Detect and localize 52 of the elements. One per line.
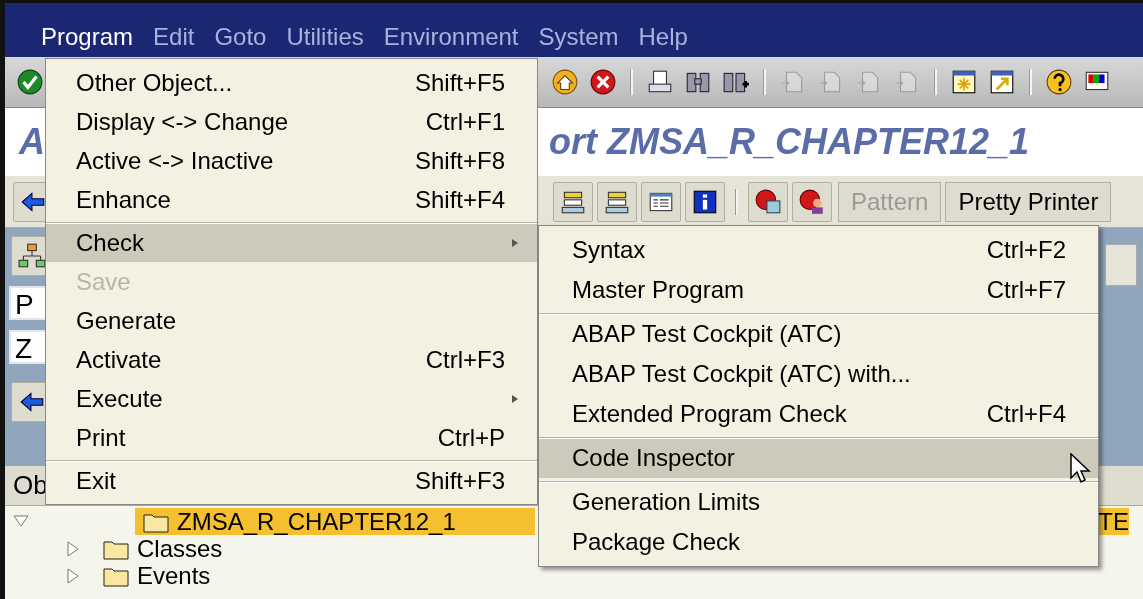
shortcut-text: Shift+F8 — [414, 146, 505, 175]
menu-item[interactable]: Other Object... Shift+F5 — [46, 63, 537, 102]
help-icon[interactable] — [1045, 68, 1073, 96]
shortcut-text: Ctrl+F3 — [425, 345, 505, 374]
expanded-triangle-icon[interactable] — [13, 513, 29, 529]
menu-item[interactable]: Master Program Ctrl+F7 — [539, 270, 1098, 310]
menu-item[interactable]: Syntax Ctrl+F2 — [539, 230, 1098, 270]
cancel-icon[interactable] — [589, 68, 617, 96]
menu-item[interactable]: Execute — [46, 379, 537, 418]
menu-item[interactable]: Check — [46, 222, 537, 262]
menu-item[interactable]: Generation Limits — [539, 481, 1098, 522]
menu-bar-item[interactable]: Edit — [153, 23, 195, 51]
shortcut-text: Ctrl+F4 — [986, 400, 1066, 428]
menu-item[interactable]: ABAP Test Cockpit (ATC) — [539, 313, 1098, 354]
menu-item[interactable]: Print Ctrl+P — [46, 418, 537, 457]
stop-sign-window-icon[interactable] — [754, 187, 782, 216]
shortcut-text: Shift+F3 — [414, 466, 505, 495]
tree-node[interactable]: Classes — [137, 534, 223, 563]
shortcut-window-icon[interactable] — [988, 68, 1016, 96]
collapsed-triangle-icon[interactable] — [65, 567, 81, 584]
menu-item[interactable]: Active <-> Inactive Shift+F8 — [46, 141, 537, 180]
window-icon[interactable] — [950, 68, 978, 96]
menu-item[interactable]: ABAP Test Cockpit (ATC) with... — [539, 354, 1098, 394]
input-field[interactable] — [1105, 244, 1137, 286]
menu-item[interactable]: Exit Shift+F3 — [46, 460, 537, 500]
shortcut-text: Ctrl+F2 — [986, 236, 1066, 264]
tree-node[interactable]: ZMSA_R_CHAPTER12_1 — [135, 508, 535, 535]
collapsed-triangle-icon[interactable] — [65, 540, 81, 557]
menu-item[interactable]: Display <-> Change Ctrl+F1 — [46, 102, 537, 141]
shortcut-text: Ctrl+F7 — [986, 276, 1066, 304]
shortcut-text: Shift+F4 — [414, 185, 505, 214]
mouse-pointer-icon — [1070, 453, 1092, 485]
menu-item[interactable]: Enhance Shift+F4 — [46, 180, 537, 219]
hierarchy-icon[interactable] — [18, 242, 46, 270]
house-icon[interactable] — [551, 68, 579, 96]
menu-bar-item[interactable]: Help — [638, 23, 688, 51]
screen-title: ort ZMSA_R_CHAPTER12_1 — [549, 121, 1030, 163]
check-icon[interactable] — [16, 68, 44, 96]
menu-bar-item[interactable]: Program — [41, 23, 134, 51]
menu-bar-item[interactable]: System — [538, 23, 619, 51]
tree-node[interactable]: Events — [137, 561, 211, 590]
screen-title: A — [19, 121, 45, 163]
toolbar-button[interactable]: Pretty Printer — [945, 181, 1112, 222]
menu-item[interactable]: Code Inspector — [539, 437, 1098, 478]
shortcut-text: Ctrl+F1 — [425, 107, 505, 136]
menu-bar-item[interactable]: Utilities — [286, 23, 364, 51]
stop-sign-person-icon[interactable] — [798, 187, 826, 216]
menu-item[interactable]: Extended Program Check Ctrl+F4 — [539, 394, 1098, 434]
shortcut-text: Ctrl+P — [437, 423, 505, 452]
menu-bar-item[interactable]: Goto — [214, 23, 267, 51]
menu-bar-item[interactable]: Environment — [383, 23, 519, 51]
shortcut-text: Shift+F5 — [414, 68, 505, 97]
